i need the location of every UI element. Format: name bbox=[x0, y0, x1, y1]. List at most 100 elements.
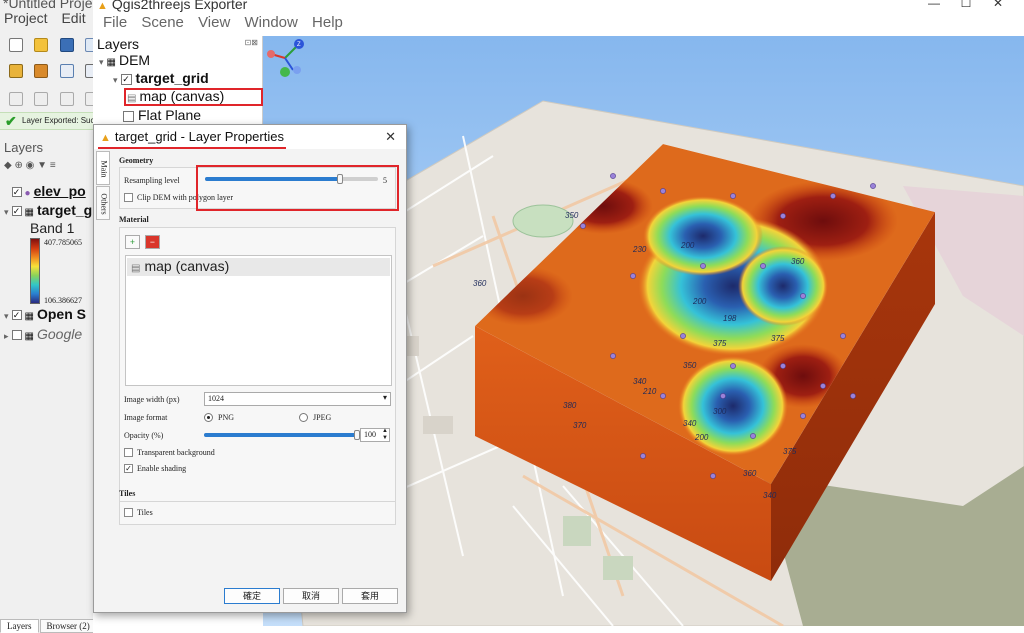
title-underline-highlight bbox=[98, 147, 286, 149]
add-material-button[interactable]: + bbox=[125, 235, 140, 249]
tab-main[interactable]: Main bbox=[96, 151, 110, 185]
tiles-group bbox=[119, 501, 396, 525]
select-button[interactable] bbox=[6, 89, 26, 109]
open-project-button[interactable] bbox=[31, 35, 51, 55]
raster-layer-icon: ▦ bbox=[24, 207, 34, 218]
format-png-radio[interactable] bbox=[204, 413, 213, 422]
expand-arrow-icon[interactable]: ▾ bbox=[4, 207, 9, 217]
contour-label: 200 bbox=[692, 297, 707, 306]
add-material-icon: + bbox=[129, 237, 136, 247]
layer-checkbox[interactable] bbox=[11, 330, 22, 341]
highlight-map-canvas bbox=[124, 88, 263, 106]
tiles-checkbox[interactable] bbox=[124, 508, 133, 517]
save-project-button[interactable] bbox=[57, 35, 77, 55]
menu-file[interactable]: File bbox=[103, 14, 127, 31]
contour-label: 340 bbox=[683, 419, 697, 428]
save-icon bbox=[59, 38, 74, 52]
expand-arrow-icon[interactable]: ▸ bbox=[4, 331, 9, 341]
qgis-menubar: Project Edit bbox=[0, 10, 96, 30]
qgis-layer-open-street-map[interactable]: ▾ ✓ ▦ Open S bbox=[4, 306, 86, 322]
remove-material-button[interactable]: − bbox=[145, 235, 160, 249]
menu-view[interactable]: View bbox=[198, 14, 230, 31]
filter-icon[interactable]: ▼ bbox=[37, 160, 47, 171]
measure-icon bbox=[59, 92, 74, 106]
material-list-item[interactable]: ▤ map (canvas) bbox=[127, 258, 390, 276]
dialog-vertical-tabs: Main Others bbox=[96, 151, 110, 221]
menu-project[interactable]: Project bbox=[4, 10, 48, 26]
layer-checkbox[interactable]: ✓ bbox=[120, 73, 132, 85]
image-width-combo[interactable]: 1024 ▾ bbox=[204, 392, 391, 406]
expand-arrow-icon[interactable]: ▾ bbox=[4, 311, 9, 321]
image-width-label: Image width (px) bbox=[124, 395, 180, 404]
q3-tree-dem[interactable]: ▾ ▦ DEM bbox=[99, 52, 150, 68]
resampling-label: Resampling level bbox=[124, 176, 180, 185]
style-icon[interactable]: ◆ bbox=[4, 160, 12, 171]
contour-label: 200 bbox=[680, 241, 695, 250]
raster-layer-icon: ▦ bbox=[24, 311, 34, 322]
spin-arrows-icon[interactable]: ▲ ▼ bbox=[382, 428, 388, 442]
opacity-spinbox[interactable]: 100 ▲ ▼ bbox=[360, 428, 390, 442]
clip-dem-checkbox[interactable] bbox=[124, 193, 133, 202]
plugin-button[interactable] bbox=[31, 61, 51, 81]
expand-arrow-icon[interactable]: ▾ bbox=[113, 75, 118, 85]
ok-button[interactable]: 確定 bbox=[224, 588, 280, 604]
data-source-manager-button[interactable] bbox=[6, 61, 26, 81]
axes-helper-icon[interactable]: Z bbox=[263, 36, 307, 80]
visibility-icon[interactable]: ◉ bbox=[26, 160, 35, 171]
layers-add-icon bbox=[9, 64, 23, 78]
tab-browser[interactable]: Browser (2) bbox=[39, 619, 97, 633]
menu-window[interactable]: Window bbox=[244, 14, 297, 31]
identify-button[interactable] bbox=[31, 89, 51, 109]
elevation-point bbox=[730, 363, 736, 369]
maximize-button[interactable]: ☐ bbox=[950, 0, 982, 10]
svg-text:Z: Z bbox=[297, 42, 301, 48]
geometry-group-title: Geometry bbox=[119, 156, 154, 165]
tab-layers[interactable]: Layers bbox=[0, 619, 39, 633]
layer-checkbox[interactable] bbox=[123, 110, 134, 122]
menu-scene[interactable]: Scene bbox=[141, 14, 184, 31]
close-window-button[interactable]: ✕ bbox=[982, 0, 1014, 10]
dock-controls[interactable]: ⊡⊠ bbox=[245, 38, 258, 47]
layer-checkbox[interactable]: ✓ bbox=[11, 310, 22, 321]
layer-checkbox[interactable]: ✓ bbox=[11, 206, 22, 217]
enable-shading-checkbox[interactable]: ✓ bbox=[124, 464, 133, 473]
qgis-toolbar-layers bbox=[0, 58, 104, 84]
elevation-point bbox=[800, 293, 806, 299]
layer-checkbox[interactable]: ✓ bbox=[11, 187, 22, 198]
format-png-label: PNG bbox=[218, 413, 235, 422]
message-bar: ✔ Layer Exported: Success bbox=[0, 112, 111, 130]
elevation-point bbox=[660, 393, 666, 399]
apply-button[interactable]: 套用 bbox=[342, 588, 398, 604]
q3-tree-target-grid[interactable]: ▾ ✓ target_grid bbox=[113, 70, 209, 86]
elevation-point bbox=[720, 393, 726, 399]
material-list[interactable]: ▤ map (canvas) bbox=[125, 255, 392, 386]
dialog-close-button[interactable]: ✕ bbox=[385, 129, 396, 145]
dialog-body: Geometry Resampling level 5 Clip DEM wit… bbox=[112, 151, 404, 581]
add-group-icon[interactable]: ⊕ bbox=[14, 160, 22, 171]
qgis-layer-elev-points[interactable]: ▸✓●elev_po bbox=[4, 183, 86, 199]
plugin-icon bbox=[34, 64, 49, 78]
expand-arrow-icon[interactable]: ▾ bbox=[99, 57, 104, 67]
q3-title: Qgis2threejs Exporter bbox=[111, 0, 248, 12]
opacity-slider[interactable] bbox=[204, 430, 360, 440]
menu-help[interactable]: Help bbox=[312, 14, 343, 31]
contour-label: 375 bbox=[771, 334, 785, 343]
minimize-button[interactable]: — bbox=[918, 0, 950, 10]
q3-tree-flat-plane[interactable]: Flat Plane bbox=[123, 107, 201, 123]
contour-label: 375 bbox=[783, 447, 797, 456]
add-vector-button[interactable] bbox=[57, 61, 77, 81]
menu-edit[interactable]: Edit bbox=[61, 10, 85, 26]
select-icon bbox=[9, 92, 23, 106]
qgis-layer-google[interactable]: ▸ ▦ Google bbox=[4, 326, 82, 342]
material-icon: ▤ bbox=[131, 263, 141, 274]
measure-button[interactable] bbox=[57, 89, 77, 109]
highlight-geometry bbox=[196, 165, 399, 211]
transparent-background-checkbox[interactable] bbox=[124, 448, 133, 457]
format-jpeg-radio[interactable] bbox=[299, 413, 308, 422]
elevation-point bbox=[610, 353, 616, 359]
new-project-button[interactable] bbox=[6, 35, 26, 55]
q3-menubar: File Scene View Window Help bbox=[93, 14, 353, 36]
cancel-button[interactable]: 取消 bbox=[283, 588, 339, 604]
filter-legend-icon[interactable]: ≡ bbox=[50, 160, 56, 171]
tab-others[interactable]: Others bbox=[96, 186, 110, 220]
